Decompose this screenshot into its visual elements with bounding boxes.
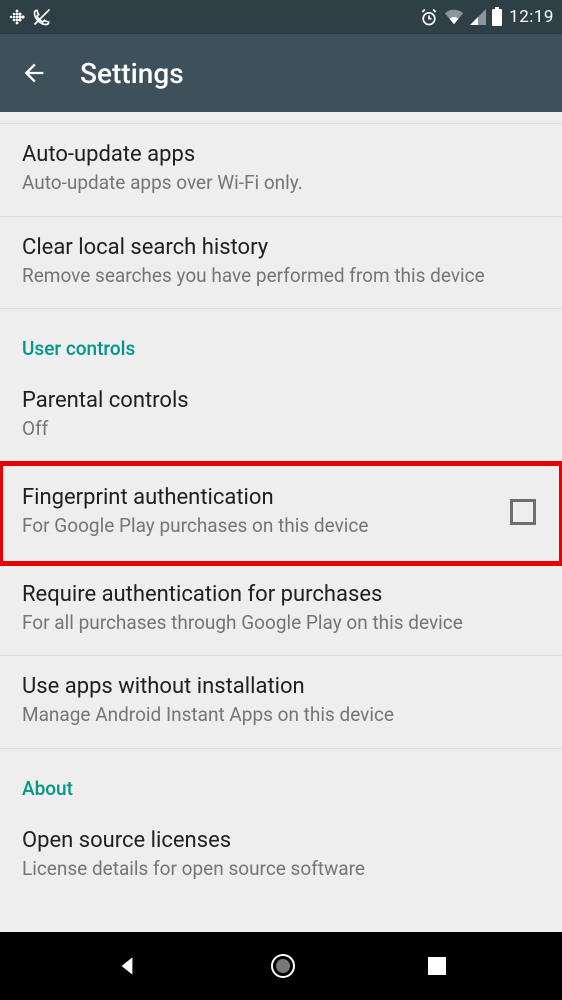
item-subtitle: Manage Android Instant Apps on this devi… <box>22 703 540 728</box>
item-subtitle: Auto-update apps over Wi-Fi only. <box>22 171 540 196</box>
item-title: Clear local search history <box>22 235 540 260</box>
item-title: Parental controls <box>22 388 540 413</box>
nav-back-button[interactable] <box>114 953 140 979</box>
item-subtitle: Remove searches you have performed from … <box>22 264 540 289</box>
status-time: 12:19 <box>509 7 554 27</box>
settings-list: Auto-update apps Auto-update apps over W… <box>0 112 562 932</box>
fitbit-icon <box>8 8 26 26</box>
item-clear-search-history[interactable]: Clear local search history Remove search… <box>0 217 562 310</box>
nav-home-button[interactable] <box>268 951 298 981</box>
android-nav-bar <box>0 932 562 1000</box>
phone-off-icon <box>32 7 52 27</box>
item-subtitle: For all purchases through Google Play on… <box>22 611 540 636</box>
partial-row-top <box>0 112 562 124</box>
item-title: Require authentication for purchases <box>22 582 540 607</box>
item-auto-update-apps[interactable]: Auto-update apps Auto-update apps over W… <box>0 124 562 217</box>
back-button[interactable] <box>20 59 48 87</box>
item-subtitle: Off <box>22 417 540 442</box>
item-open-source-licenses[interactable]: Open source licenses License details for… <box>0 810 562 902</box>
item-instant-apps[interactable]: Use apps without installation Manage And… <box>0 656 562 749</box>
fingerprint-checkbox[interactable] <box>510 499 536 525</box>
status-bar: 12:19 <box>0 0 562 34</box>
item-title: Use apps without installation <box>22 674 540 699</box>
item-title: Auto-update apps <box>22 142 540 167</box>
wifi-icon <box>443 8 465 26</box>
section-user-controls: User controls <box>0 309 562 370</box>
item-subtitle: For Google Play purchases on this device <box>22 514 490 539</box>
battery-icon <box>491 7 503 27</box>
item-require-authentication[interactable]: Require authentication for purchases For… <box>0 564 562 657</box>
item-title: Open source licenses <box>22 828 540 853</box>
app-bar: Settings <box>0 34 562 112</box>
section-about: About <box>0 749 562 810</box>
cellular-icon <box>469 8 487 26</box>
item-title: Fingerprint authentication <box>22 485 490 510</box>
item-fingerprint-authentication[interactable]: Fingerprint authentication For Google Pl… <box>0 463 562 564</box>
nav-recents-button[interactable] <box>426 955 448 977</box>
item-parental-controls[interactable]: Parental controls Off <box>0 370 562 463</box>
item-subtitle: License details for open source software <box>22 857 540 882</box>
alarm-icon <box>419 7 439 27</box>
page-title: Settings <box>80 57 184 90</box>
